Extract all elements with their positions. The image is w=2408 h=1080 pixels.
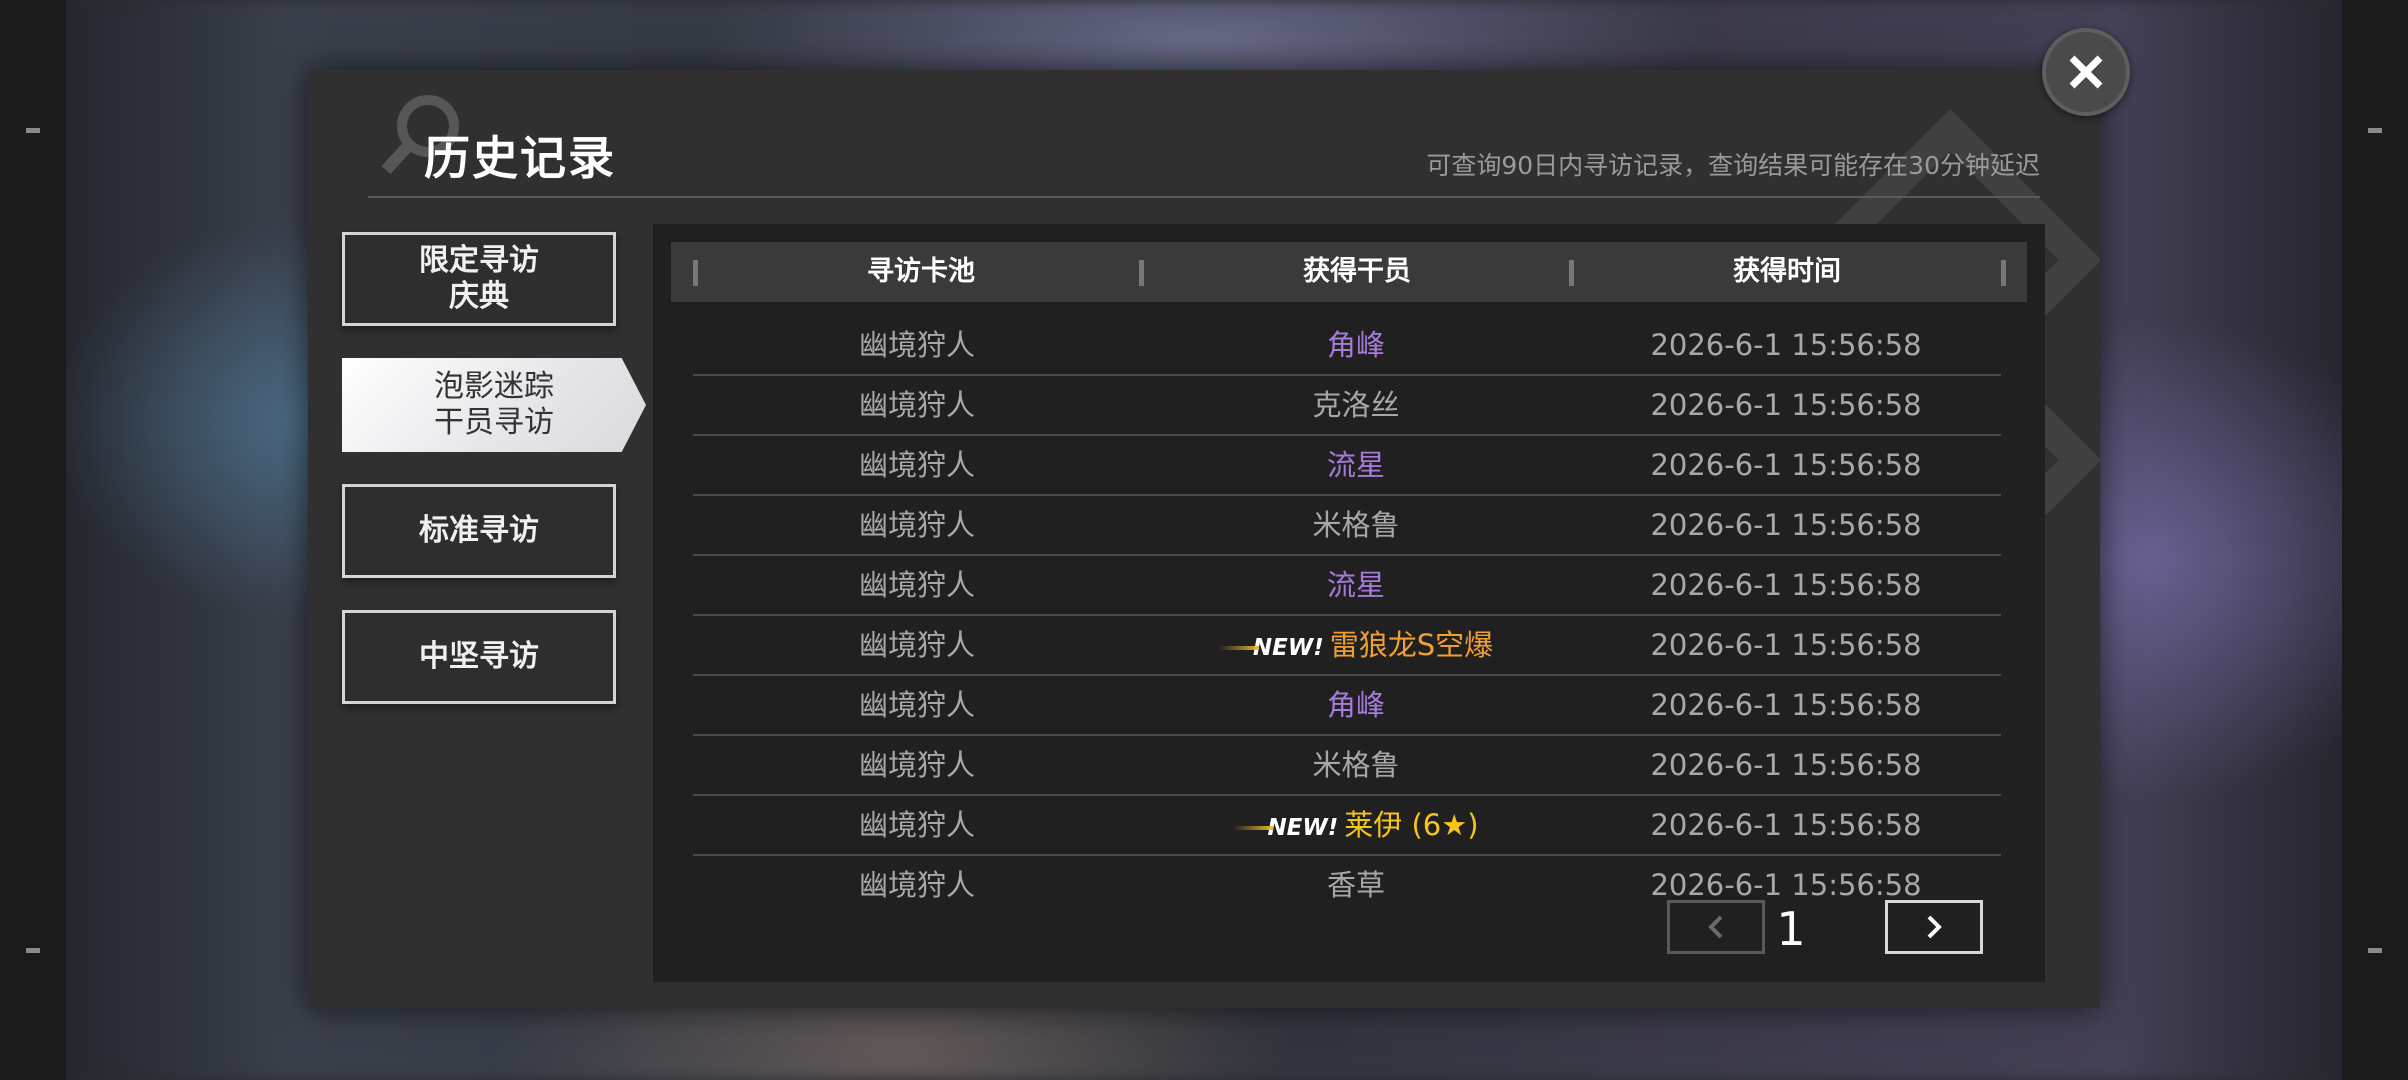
new-badge: NEW! (1233, 799, 1338, 857)
table-row: 幽境狩人 NEW! 莱伊 (6★) 2026-6-1 15:56:58 (693, 796, 2001, 856)
pool-cell: 幽境狩人 (858, 868, 975, 902)
frame-mark (26, 128, 40, 133)
close-icon (2069, 55, 2103, 89)
table-row: 幽境狩人 米格鲁 2026-6-1 15:56:58 (693, 496, 2001, 556)
column-header-operator: 获得干员 (1303, 256, 1411, 287)
operator-cell: 克洛丝 (1141, 376, 1571, 434)
header-separator (693, 260, 698, 286)
page-title: 历史记录 (424, 131, 616, 185)
operator-cell: NEW! 雷狼龙S空爆 (1141, 616, 1571, 674)
screen-frame-left (0, 0, 66, 1080)
close-button[interactable] (2042, 28, 2130, 116)
table-row: 幽境狩人 流星 2026-6-1 15:56:58 (693, 556, 2001, 616)
pool-cell: 幽境狩人 (858, 628, 975, 662)
time-cell: 2026-6-1 15:56:58 (1650, 328, 1922, 362)
time-cell: 2026-6-1 15:56:58 (1650, 388, 1922, 422)
operator-name: 流星 (1326, 448, 1385, 482)
frame-mark (2368, 128, 2382, 133)
operator-name: 角峰 (1326, 328, 1385, 362)
time-cell: 2026-6-1 15:56:58 (1650, 628, 1922, 662)
title-divider (368, 196, 2040, 198)
operator-cell: 流星 (1141, 436, 1571, 494)
history-table: 寻访卡池 获得干员 获得时间 幽境狩人 角峰 2026-6-1 15:56:58 幽境… (653, 224, 2045, 982)
pool-cell: 幽境狩人 (858, 568, 975, 602)
operator-name: 米格鲁 (1312, 748, 1400, 782)
operator-name: 角峰 (1326, 688, 1385, 722)
pool-cell: 幽境狩人 (858, 508, 975, 542)
operator-cell: 角峰 (1141, 316, 1571, 374)
pool-cell: 幽境狩人 (858, 748, 975, 782)
tab-bubble-operator-headhunt[interactable]: 泡影迷踪 干员寻访 (342, 358, 646, 452)
operator-cell: 流星 (1141, 556, 1571, 614)
header-separator (2001, 260, 2006, 286)
time-cell: 2026-6-1 15:56:58 (1650, 568, 1922, 602)
table-row: 幽境狩人 角峰 2026-6-1 15:56:58 (693, 676, 2001, 736)
pool-cell: 幽境狩人 (858, 808, 975, 842)
screen-frame-right (2342, 0, 2408, 1080)
operator-cell: 米格鲁 (1141, 736, 1571, 794)
operator-name: 雷狼龙S空爆 (1329, 628, 1494, 662)
table-row: 幽境狩人 角峰 2026-6-1 15:56:58 (693, 316, 2001, 376)
header-separator (1139, 260, 1144, 286)
pool-cell: 幽境狩人 (858, 448, 975, 482)
new-badge: NEW! (1218, 619, 1324, 677)
table-header: 寻访卡池 获得干员 获得时间 (671, 242, 2027, 302)
chevron-left-icon (1708, 915, 1723, 939)
page-number: 1 (1776, 902, 1806, 956)
query-hint: 可查询90日内寻访记录，查询结果可能存在30分钟延迟 (1426, 151, 2040, 180)
tab-standard-headhunt[interactable]: 标准寻访 (342, 484, 616, 578)
operator-cell: 香草 (1141, 856, 1571, 914)
previous-page-button[interactable] (1667, 900, 1765, 954)
table-row: 幽境狩人 流星 2026-6-1 15:56:58 (693, 436, 2001, 496)
column-header-time: 获得时间 (1733, 256, 1841, 287)
time-cell: 2026-6-1 15:56:58 (1650, 448, 1922, 482)
time-cell: 2026-6-1 15:56:58 (1650, 808, 1922, 842)
table-row: 幽境狩人 NEW! 雷狼龙S空爆 2026-6-1 15:56:58 (693, 616, 2001, 676)
time-cell: 2026-6-1 15:56:58 (1650, 748, 1922, 782)
operator-cell: NEW! 莱伊 (6★) (1141, 796, 1571, 854)
table-row: 幽境狩人 米格鲁 2026-6-1 15:56:58 (693, 736, 2001, 796)
pool-cell: 幽境狩人 (858, 688, 975, 722)
operator-name: 香草 (1326, 868, 1385, 902)
history-panel: 历史记录 可查询90日内寻访记录，查询结果可能存在30分钟延迟 限定寻访 庆典 … (308, 70, 2100, 1008)
operator-name: 米格鲁 (1312, 508, 1400, 542)
operator-name: 莱伊 (6★) (1344, 808, 1479, 842)
frame-mark (26, 948, 40, 953)
time-cell: 2026-6-1 15:56:58 (1650, 508, 1922, 542)
column-header-pool: 寻访卡池 (867, 256, 975, 287)
operator-name: 克洛丝 (1312, 388, 1400, 422)
pool-cell: 幽境狩人 (858, 388, 975, 422)
frame-mark (2368, 948, 2382, 953)
next-page-button[interactable] (1885, 900, 1983, 954)
header-separator (1569, 260, 1574, 286)
time-cell: 2026-6-1 15:56:58 (1650, 688, 1922, 722)
tab-core-headhunt[interactable]: 中坚寻访 (342, 610, 616, 704)
table-row: 幽境狩人 克洛丝 2026-6-1 15:56:58 (693, 376, 2001, 436)
operator-cell: 角峰 (1141, 676, 1571, 734)
chevron-right-icon (1927, 915, 1942, 939)
operator-cell: 米格鲁 (1141, 496, 1571, 554)
tab-limited-celebration[interactable]: 限定寻访 庆典 (342, 232, 616, 326)
operator-name: 流星 (1326, 568, 1385, 602)
pool-cell: 幽境狩人 (858, 328, 975, 362)
